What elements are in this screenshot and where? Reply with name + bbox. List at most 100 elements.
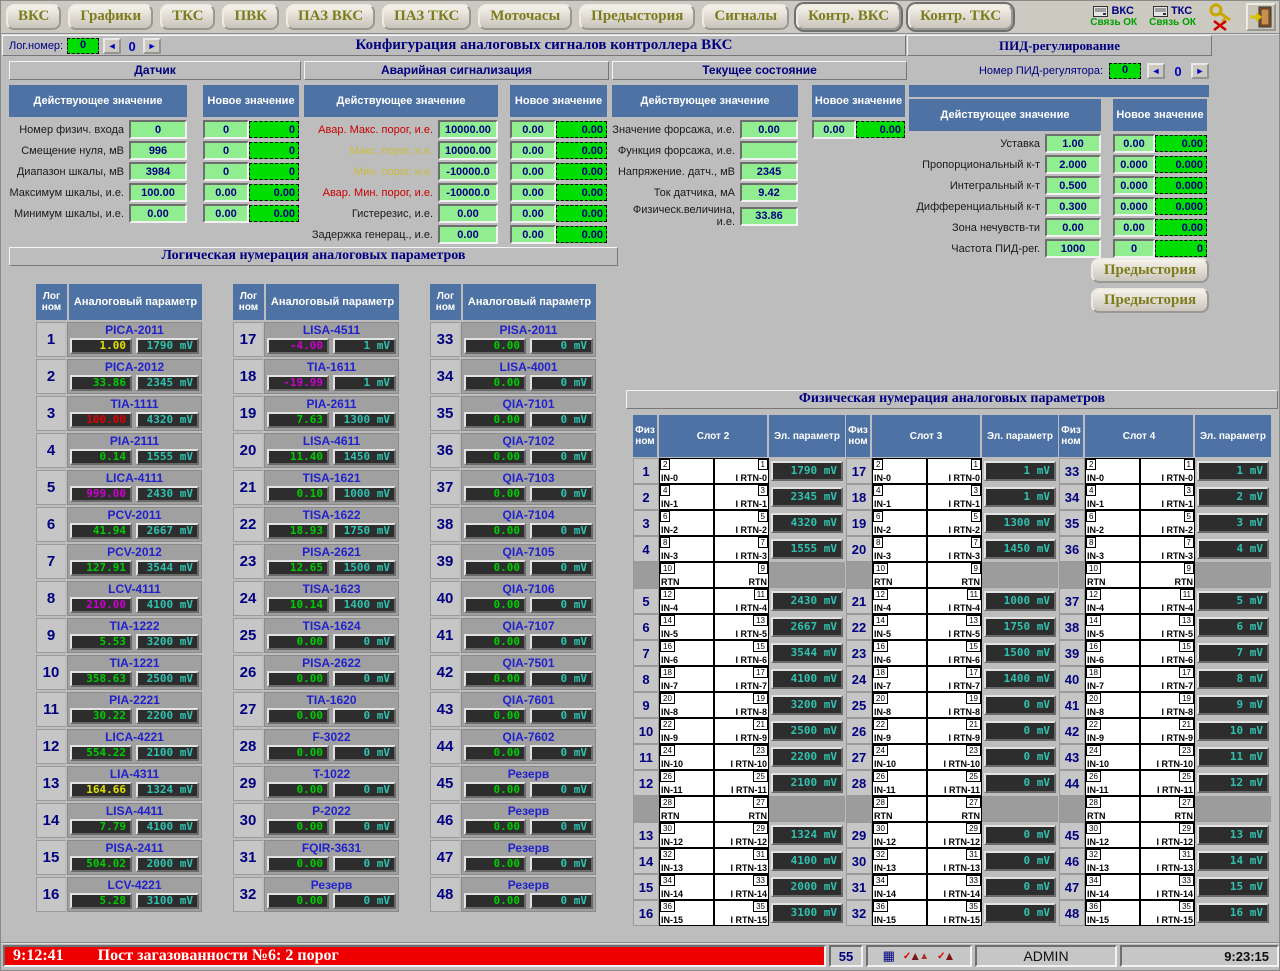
new-value-field[interactable]: 0.00: [510, 204, 556, 223]
parameter-label: Минимум шкалы, и.е.: [9, 208, 129, 220]
parameter-mv-display: 0 mV: [530, 708, 593, 724]
physical-number: 12: [633, 770, 659, 796]
toolbar-button-9[interactable]: Сигналы: [702, 4, 789, 30]
logical-row: 26PISA-26220.000 mV: [233, 655, 399, 690]
analog-parameter-header: Аналоговый параметр: [266, 284, 399, 320]
pin-number: 34: [660, 875, 675, 886]
new-value-entry-field[interactable]: 0.00: [556, 226, 607, 243]
pid-number-input[interactable]: 0: [1109, 63, 1141, 79]
new-value-field[interactable]: 0.00: [510, 141, 556, 160]
logical-row: 12LICA-4221554.222100 mV: [36, 729, 202, 764]
pin-label: IN-13: [660, 863, 683, 873]
pin-number: 18: [1086, 667, 1101, 678]
log-number-input[interactable]: 0: [67, 38, 99, 54]
new-value-field[interactable]: 0.00: [203, 204, 249, 223]
pid-next-button[interactable]: ►: [1191, 63, 1209, 79]
tks-link-status: ТКС Связь ОК: [1149, 6, 1196, 28]
new-value-entry-field[interactable]: 0.00: [556, 205, 607, 222]
new-value-field[interactable]: 0.000: [1113, 197, 1155, 216]
toolbar-button-1[interactable]: ВКС: [6, 4, 61, 30]
new-value-field[interactable]: 0.000: [1113, 155, 1155, 174]
toolbar-button-8[interactable]: Предыстория: [579, 4, 695, 30]
acting-value-field: 9.42: [740, 183, 798, 202]
log-number-prev-button[interactable]: ◄: [103, 38, 121, 54]
toolbar-button-4[interactable]: ПВК: [222, 4, 279, 30]
new-value-field[interactable]: 0: [203, 162, 249, 181]
new-value-entry-field[interactable]: 0.00: [556, 184, 607, 201]
calendar-icon[interactable]: ▦: [883, 948, 895, 964]
toolbar-button-7[interactable]: Моточасы: [478, 4, 572, 30]
prehistory-button-2[interactable]: Предыстория: [1091, 288, 1209, 313]
parameter-mv-display: 0 mV: [333, 634, 396, 650]
toolbar-button-11[interactable]: Контр. ТКС: [908, 4, 1013, 30]
new-value-field[interactable]: 0.00: [1113, 134, 1155, 153]
pin-cell-in: 2IN-0: [1085, 458, 1140, 484]
pin-number: 34: [1086, 875, 1101, 886]
new-value-field[interactable]: 0.00: [812, 120, 856, 139]
pin-cell-rtn: 11I RTN-4: [1140, 588, 1195, 614]
analog-parameter-cell: LISA-4511-4.001 mV: [264, 322, 399, 357]
new-value-entry-field[interactable]: 0.00: [1155, 219, 1207, 236]
parameter-value-display: 18.93: [267, 523, 329, 539]
logical-number: 26: [233, 655, 264, 690]
new-value-field[interactable]: 0.000: [1113, 176, 1155, 195]
toolbar-button-2[interactable]: Графики: [68, 4, 153, 30]
new-value-entry-field[interactable]: 0.00: [556, 121, 607, 138]
new-value-entry-field[interactable]: 0.00: [856, 121, 905, 138]
new-value-entry-field[interactable]: 0: [249, 121, 299, 138]
new-value-entry-field[interactable]: 0.000: [1155, 156, 1207, 173]
alarm-ack-icon-1[interactable]: ✓▲▲: [903, 950, 929, 962]
pin-cell-in: 30IN-12: [1085, 822, 1140, 848]
new-value-entry-field[interactable]: 0.00: [556, 163, 607, 180]
new-value-field[interactable]: 0: [1113, 239, 1155, 258]
toolbar-button-5[interactable]: ПАЗ ВКС: [286, 4, 375, 30]
new-value-entry-field[interactable]: 0.00: [249, 184, 299, 201]
el-parameter-value-cell: 15 mV: [1195, 874, 1271, 900]
pin-label: IN-12: [660, 837, 683, 847]
new-value-field[interactable]: 0.00: [510, 162, 556, 181]
pin-cell-rtn: 15I RTN-6: [927, 640, 982, 666]
parameter-label: Зона нечувств-ти: [909, 222, 1045, 234]
pin-cell-rtn: 33I RTN-14: [1140, 874, 1195, 900]
new-value-field[interactable]: 0.00: [510, 225, 556, 244]
config-row: Функция форсажа, и.е.: [612, 141, 907, 160]
prehistory-button-1[interactable]: Предыстория: [1091, 258, 1209, 283]
pin-cell-in: 36IN-15: [1085, 900, 1140, 926]
toolbar-buttons: ВКС Графики ТКС ПВК ПАЗ ВКС ПАЗ ТКС Моточасы Пр…: [6, 4, 1013, 30]
el-parameter-mv-display: 1500 mV: [984, 643, 1056, 663]
key-icon[interactable]: [1208, 3, 1234, 31]
new-value-field[interactable]: 0.00: [203, 183, 249, 202]
toolbar-button-10[interactable]: Контр. ВКС: [796, 4, 901, 30]
new-value-field[interactable]: 0: [203, 141, 249, 160]
pin-label: I RTN-6: [949, 655, 982, 665]
pin-number: 12: [873, 589, 888, 600]
logical-number: 28: [233, 729, 264, 764]
new-value-entry-field[interactable]: 0: [1155, 240, 1207, 257]
toolbar-button-3[interactable]: ТКС: [160, 4, 215, 30]
new-value-entry-field[interactable]: 0.00: [556, 142, 607, 159]
new-value-field[interactable]: 0: [203, 120, 249, 139]
new-value-field[interactable]: 0.00: [510, 183, 556, 202]
config-row: Авар. Макс. порог, и.е.10000.000.000.00: [304, 120, 609, 139]
physical-number: 42: [1059, 718, 1085, 744]
physical-number: 8: [633, 666, 659, 692]
pid-prev-button[interactable]: ◄: [1147, 63, 1165, 79]
parameter-value-display: 0.00: [464, 412, 526, 428]
new-value-field[interactable]: 0.00: [510, 120, 556, 139]
alarm-ack-icon-2[interactable]: ✓▲: [937, 950, 955, 962]
new-value-entry-field[interactable]: 0.00: [1155, 135, 1207, 152]
new-value-entry-field[interactable]: 0.000: [1155, 177, 1207, 194]
new-value-entry-field[interactable]: 0.00: [249, 205, 299, 222]
toolbar-button-6[interactable]: ПАЗ ТКС: [382, 4, 471, 30]
log-number-next-button[interactable]: ►: [143, 38, 161, 54]
physical-row: 2214IN-513I RTN-51750 mV: [846, 614, 1058, 640]
physical-row: 3134IN-1433I RTN-140 mV: [846, 874, 1058, 900]
pin-number: 11: [1180, 589, 1194, 600]
new-value-entry-field[interactable]: 0: [249, 142, 299, 159]
new-value-field[interactable]: 0.00: [1113, 218, 1155, 237]
new-value-entry-field[interactable]: 0: [249, 163, 299, 180]
exit-button[interactable]: [1246, 3, 1276, 31]
new-value-entry-field[interactable]: 0.000: [1155, 198, 1207, 215]
log-number-label: Лог.номер:: [9, 40, 63, 52]
logical-row: 2PICA-201233.862345 mV: [36, 359, 202, 394]
